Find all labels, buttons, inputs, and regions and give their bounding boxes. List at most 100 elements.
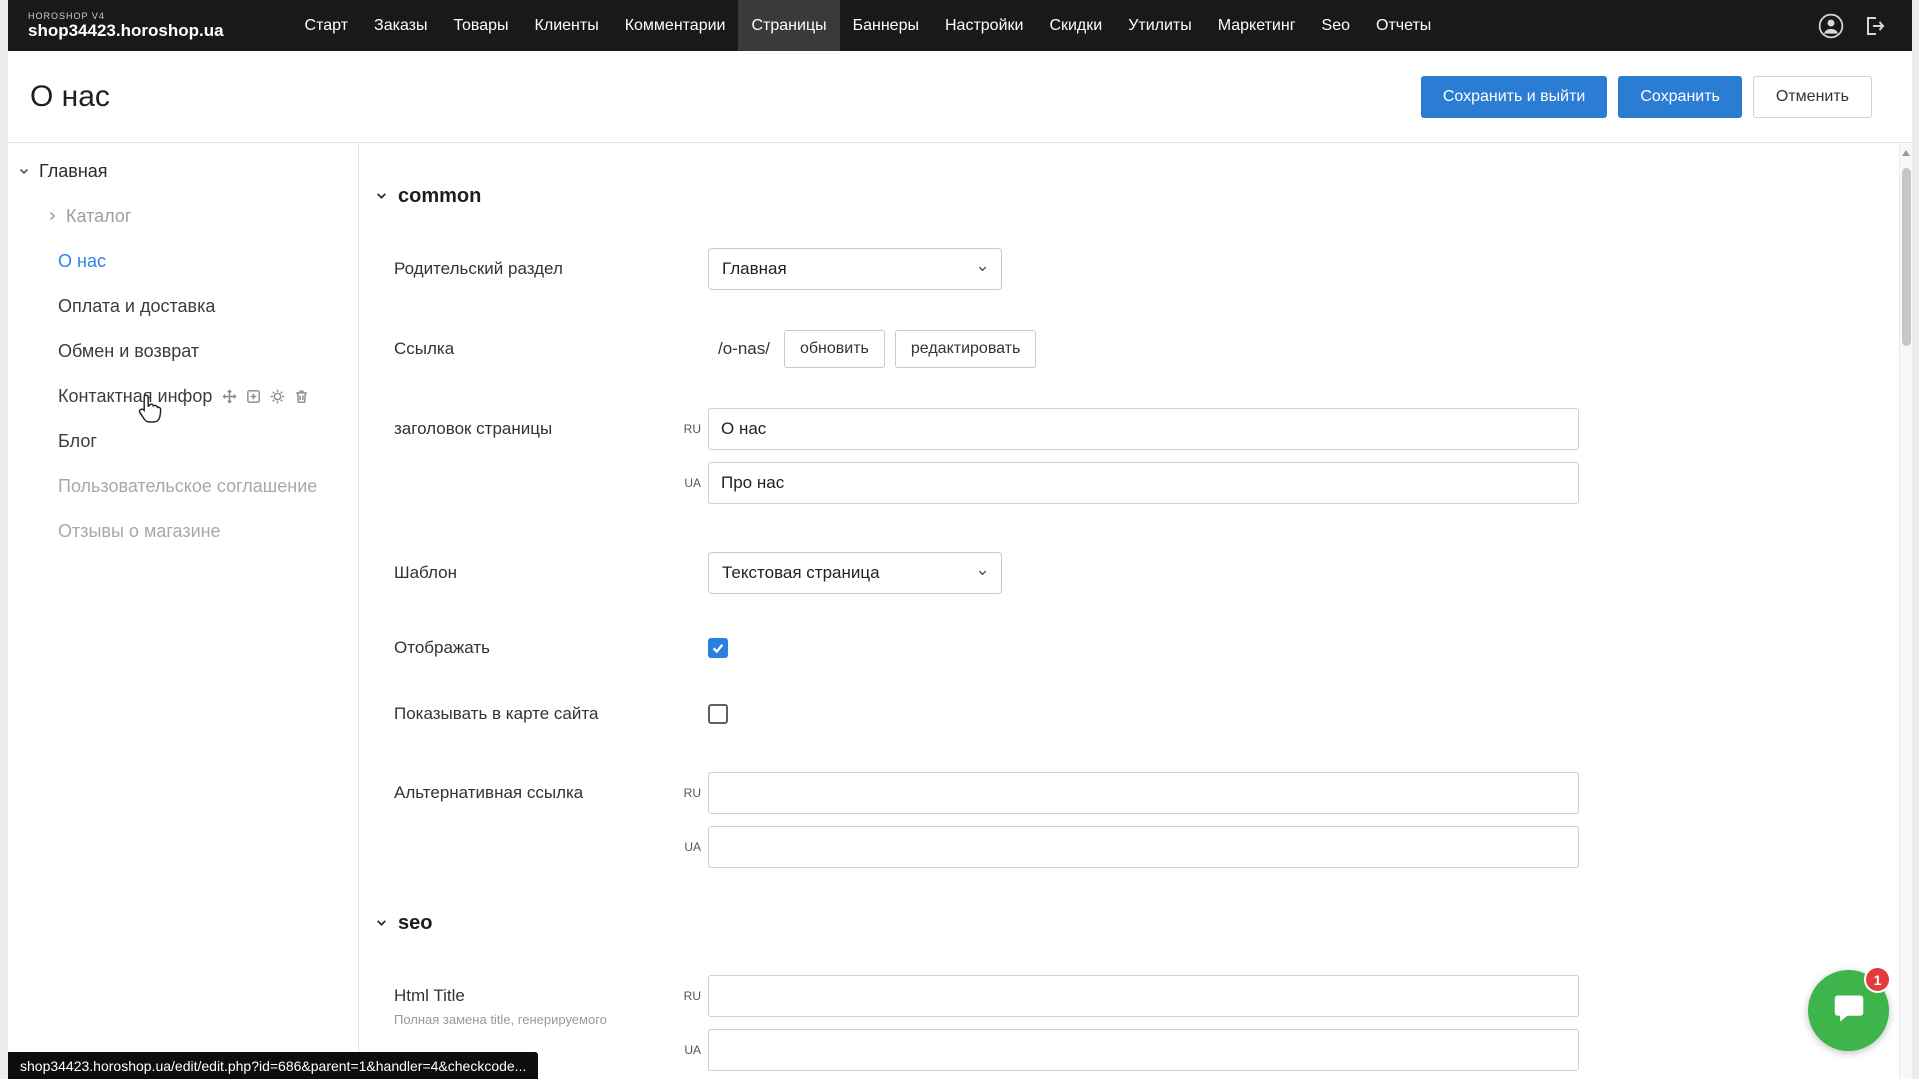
link-refresh-button[interactable]: обновить: [784, 330, 885, 368]
logout-icon[interactable]: [1862, 14, 1886, 38]
menu-item-start[interactable]: Старт: [292, 0, 361, 51]
sidebar-item-kontaktnaya-informatsiya[interactable]: Контактная инфор: [8, 374, 358, 419]
sidebar-item-label: Главная: [39, 161, 108, 182]
lang-badge-ua: UA: [674, 1043, 708, 1057]
menu-item-discounts[interactable]: Скидки: [1036, 0, 1115, 51]
sidebar-item-otzyvy-o-magazine[interactable]: Отзывы о магазине: [8, 509, 358, 554]
sidebar-item-glavnaya[interactable]: Главная: [8, 149, 358, 194]
main-menu: Старт Заказы Товары Клиенты Комментарии …: [292, 0, 1445, 51]
delete-icon[interactable]: [293, 388, 310, 405]
status-url-bar: shop34423.horoshop.ua/edit/edit.php?id=6…: [8, 1052, 538, 1079]
html-title-ru-row: RU: [674, 975, 1579, 1017]
chevron-down-icon: [977, 563, 988, 583]
menu-item-orders[interactable]: Заказы: [361, 0, 440, 51]
alt-link-inputs: RU UA: [674, 772, 1579, 868]
vertical-scrollbar[interactable]: [1899, 144, 1912, 1079]
menu-item-marketing[interactable]: Маркетинг: [1205, 0, 1309, 51]
page-heading-label: заголовок страницы: [394, 408, 674, 439]
sidebar-item-label: О нас: [58, 251, 106, 272]
parent-section-select[interactable]: Главная: [708, 248, 1002, 290]
page: { "colors": { "topbar_bg": "#191919", "a…: [0, 0, 1919, 1079]
html-title-hint: Полная замена title, генерируемого: [394, 1012, 674, 1028]
chevron-down-icon: [375, 185, 388, 208]
menu-item-banners[interactable]: Баннеры: [840, 0, 932, 51]
template-select[interactable]: Текстовая страница: [708, 552, 1002, 594]
app-window: HOROSHOP V4 shop34423.horoshop.ua Старт …: [8, 0, 1912, 1079]
sidebar-item-polzovatelskoe-soglashenie[interactable]: Пользовательское соглашение: [8, 464, 358, 509]
sidebar-item-blog[interactable]: Блог: [8, 419, 358, 464]
settings-icon[interactable]: [269, 388, 286, 405]
menu-item-seo[interactable]: Seo: [1309, 0, 1363, 51]
section-seo[interactable]: seo: [375, 912, 1872, 935]
html-title-ua-row: UA: [674, 1029, 1579, 1071]
row-link: Ссылка /o-nas/ обновить редактировать: [394, 330, 1872, 368]
chevron-down-icon: [18, 161, 30, 182]
row-alt-link: Альтернативная ссылка RU UA: [394, 772, 1872, 868]
topbar: HOROSHOP V4 shop34423.horoshop.ua Старт …: [8, 0, 1912, 51]
lang-badge-ru: RU: [674, 786, 708, 800]
page-heading-inputs: RU UA: [674, 408, 1579, 504]
parent-section-value: Главная: [722, 259, 787, 279]
save-and-exit-button[interactable]: Сохранить и выйти: [1421, 76, 1608, 118]
row-display: Отображать: [394, 638, 1872, 658]
chat-widget-button[interactable]: 1: [1808, 970, 1889, 1051]
row-sitemap: Показывать в карте сайта: [394, 704, 1872, 724]
brand[interactable]: HOROSHOP V4 shop34423.horoshop.ua: [8, 0, 224, 51]
html-title-label-block: Html Title Полная замена title, генериру…: [394, 975, 674, 1028]
sidebar-item-label: Блог: [58, 431, 97, 452]
display-checkbox[interactable]: [708, 638, 728, 658]
sidebar-item-label: Оплата и доставка: [58, 296, 215, 317]
chat-unread-badge: 1: [1864, 966, 1891, 993]
alt-link-ua-row: UA: [674, 826, 1579, 868]
section-common-title: common: [398, 185, 481, 208]
template-label: Шаблон: [394, 563, 674, 583]
chevron-down-icon: [977, 259, 988, 279]
scroll-up-arrow-icon[interactable]: [1902, 150, 1910, 156]
page-heading-ua-input[interactable]: [708, 462, 1579, 504]
alt-link-ru-input[interactable]: [708, 772, 1579, 814]
sidebar-item-obmen-i-vozvrat[interactable]: Обмен и возврат: [8, 329, 358, 374]
sidebar-item-label: Каталог: [66, 206, 131, 227]
scrollbar-thumb[interactable]: [1902, 168, 1911, 346]
menu-item-reports[interactable]: Отчеты: [1363, 0, 1444, 51]
user-icon[interactable]: [1818, 13, 1844, 39]
sidebar-item-actions: [221, 388, 310, 405]
menu-item-clients[interactable]: Клиенты: [522, 0, 612, 51]
page-edit-form: common Родительский раздел Главная Ссылк…: [359, 143, 1912, 1079]
cancel-button[interactable]: Отменить: [1753, 76, 1872, 118]
lang-badge-ru: RU: [674, 989, 708, 1003]
row-template: Шаблон Текстовая страница: [394, 552, 1872, 594]
lang-badge-ua: UA: [674, 840, 708, 854]
menu-item-products[interactable]: Товары: [441, 0, 522, 51]
brand-domain: shop34423.horoshop.ua: [28, 21, 224, 41]
sidebar-item-o-nas[interactable]: О нас: [8, 239, 358, 284]
lang-badge-ru: RU: [674, 422, 708, 436]
parent-section-label: Родительский раздел: [394, 259, 674, 279]
link-edit-button[interactable]: редактировать: [895, 330, 1036, 368]
menu-item-settings[interactable]: Настройки: [932, 0, 1036, 51]
sidebar-page-tree: Главная Каталог О нас Оплата и доставка …: [8, 143, 359, 1079]
html-title-ua-input[interactable]: [708, 1029, 1579, 1071]
row-html-title: Html Title Полная замена title, генериру…: [394, 975, 1872, 1071]
header-buttons: Сохранить и выйти Сохранить Отменить: [1421, 76, 1872, 118]
move-icon[interactable]: [221, 388, 238, 405]
alt-link-ru-row: RU: [674, 772, 1579, 814]
save-button[interactable]: Сохранить: [1618, 76, 1742, 118]
row-page-heading: заголовок страницы RU UA: [394, 408, 1872, 504]
alt-link-ua-input[interactable]: [708, 826, 1579, 868]
add-icon[interactable]: [245, 388, 262, 405]
sidebar-item-katalog[interactable]: Каталог: [8, 194, 358, 239]
menu-item-utilities[interactable]: Утилиты: [1115, 0, 1205, 51]
page-heading-ru-input[interactable]: [708, 408, 1579, 450]
menu-item-comments[interactable]: Комментарии: [612, 0, 739, 51]
sitemap-checkbox[interactable]: [708, 704, 728, 724]
brand-version: HOROSHOP V4: [28, 11, 224, 21]
link-path: /o-nas/: [718, 339, 770, 359]
section-common[interactable]: common: [375, 185, 1872, 208]
menu-item-pages[interactable]: Страницы: [738, 0, 839, 51]
sidebar-item-oplata-i-dostavka[interactable]: Оплата и доставка: [8, 284, 358, 329]
html-title-ru-input[interactable]: [708, 975, 1579, 1017]
display-label: Отображать: [394, 638, 674, 658]
html-title-inputs: RU UA: [674, 975, 1579, 1071]
topbar-right: [1818, 0, 1912, 51]
